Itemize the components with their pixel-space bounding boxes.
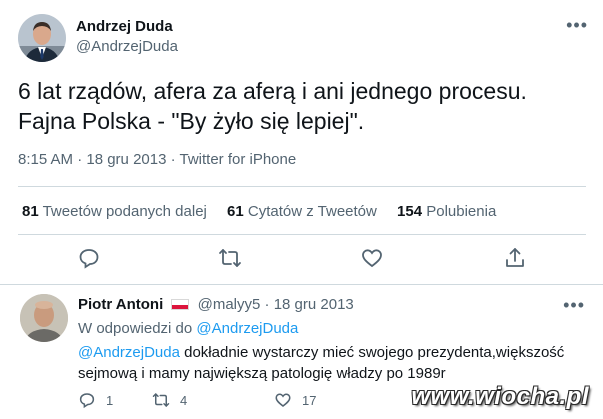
reply-like-button[interactable]: 17 xyxy=(274,390,316,410)
likes-count: 154 xyxy=(397,203,423,220)
reply-retweet-button[interactable]: 4 xyxy=(152,390,187,410)
reply-avatar[interactable] xyxy=(20,294,68,342)
tweet-stats: 81 Tweetów podanych dalej 61 Cytatów z T… xyxy=(22,203,512,220)
reply-handle[interactable]: @malyy5 xyxy=(198,296,261,313)
retweets-stat[interactable]: 81 Tweetów podanych dalej xyxy=(22,203,207,220)
retweet-icon[interactable] xyxy=(218,246,242,270)
quotes-count: 61 xyxy=(227,203,244,220)
reply-to-prefix: W odpowiedzi do xyxy=(78,320,193,337)
likes-stat[interactable]: 154 Polubienia xyxy=(397,203,496,220)
author-names: Andrzej Duda @AndrzejDuda xyxy=(76,17,178,57)
reply-display-name[interactable]: Piotr Antoni xyxy=(78,296,163,313)
quotes-label: Cytatów z Tweetów xyxy=(247,203,377,220)
reply-count: 1 xyxy=(106,392,114,408)
tweet-text: 6 lat rządów, afera za aferą i ani jedne… xyxy=(18,78,527,134)
watermark: www.wiocha.pl xyxy=(411,383,589,410)
reply-date[interactable]: 18 gru 2013 xyxy=(274,296,354,313)
reply-reply-button[interactable]: 1 xyxy=(78,390,113,410)
retweets-count: 81 xyxy=(22,203,39,220)
poland-flag-icon xyxy=(171,299,190,310)
divider xyxy=(18,234,586,235)
quotes-stat[interactable]: 61 Cytatów z Tweetów xyxy=(227,203,377,220)
like-icon xyxy=(275,393,291,407)
tweet-header: Andrzej Duda @AndrzejDuda ••• xyxy=(18,14,588,64)
reply-icon[interactable] xyxy=(77,246,101,270)
share-icon[interactable] xyxy=(503,246,527,270)
reply-avatar-portrait xyxy=(20,294,68,342)
reply-more-options-icon[interactable]: ••• xyxy=(563,296,585,314)
reply-icon xyxy=(79,393,95,409)
avatar[interactable] xyxy=(18,14,66,62)
reply-to-line: W odpowiedzi do @AndrzejDuda xyxy=(78,320,298,337)
tweet-actions xyxy=(0,246,603,276)
like-icon[interactable] xyxy=(360,246,384,270)
likes-label: Polubienia xyxy=(426,203,497,220)
divider xyxy=(18,186,586,187)
tweet-timestamp[interactable]: 8:15 AM · 18 gru 2013 · Twitter for iPho… xyxy=(18,151,296,168)
mention-link[interactable]: @AndrzejDuda xyxy=(78,344,180,361)
author-handle[interactable]: @AndrzejDuda xyxy=(76,37,178,57)
retweet-icon xyxy=(152,393,170,407)
retweets-label: Tweetów podanych dalej xyxy=(42,203,207,220)
avatar-portrait xyxy=(18,14,66,62)
retweet-count: 4 xyxy=(180,392,188,408)
separator: · xyxy=(264,296,270,313)
reply-to-handle-link[interactable]: @AndrzejDuda xyxy=(196,320,298,337)
divider xyxy=(0,284,603,285)
reply-header: Piotr Antoni @malyy5 · 18 gru 2013 xyxy=(78,296,354,313)
author-display-name[interactable]: Andrzej Duda xyxy=(76,17,178,37)
like-count: 17 xyxy=(302,392,317,408)
reply-text: @AndrzejDuda dokładnie wystarczy mieć sw… xyxy=(78,342,578,384)
more-options-icon[interactable]: ••• xyxy=(566,16,588,34)
